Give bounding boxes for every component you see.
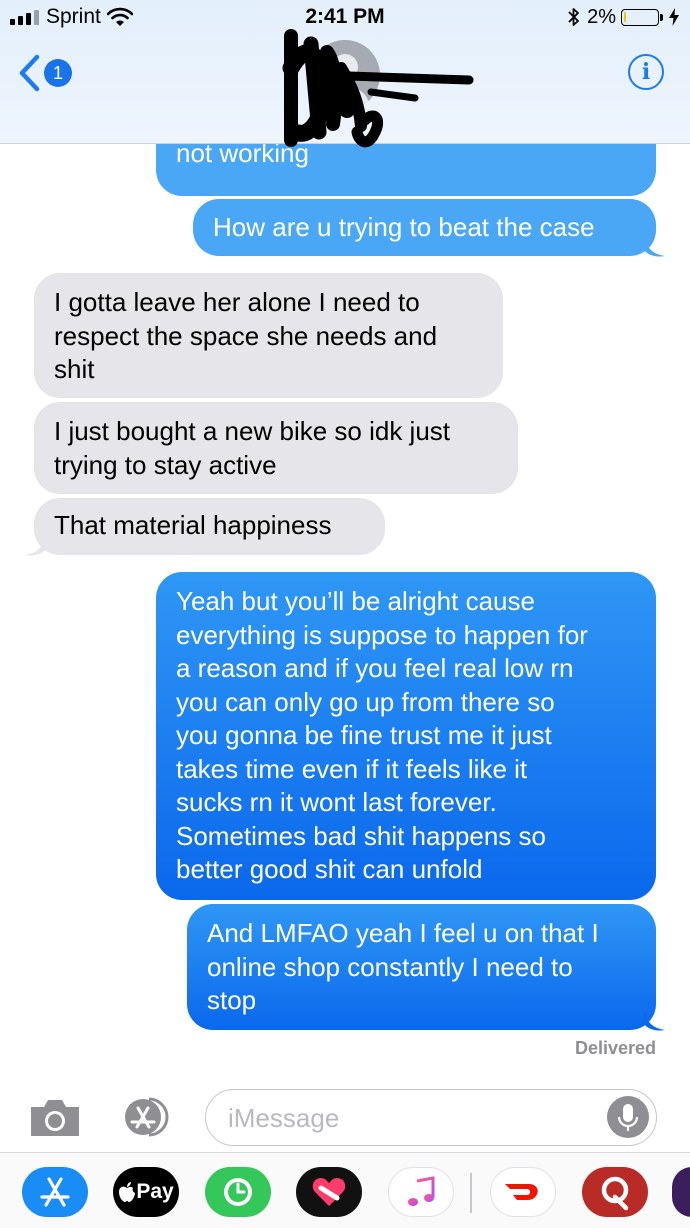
music-icon[interactable]: [388, 1167, 454, 1217]
message-line: online shop constantly I need to: [207, 951, 573, 982]
imessage-app-drawer: Pay: [0, 1152, 690, 1228]
delivered-receipt: Delivered: [574, 1038, 656, 1058]
charging-bolt-icon: [669, 8, 679, 26]
bubble-tail: [25, 533, 47, 556]
message-line: you gonna be fine trust me it just: [176, 720, 552, 750]
message-line: That material happiness: [54, 510, 332, 540]
apple-logo-icon: [119, 1182, 136, 1202]
info-icon: i: [641, 59, 651, 85]
quora-icon[interactable]: [582, 1167, 648, 1217]
drawer-divider: [470, 1173, 472, 1213]
chevron-left-icon: [19, 54, 40, 92]
message-line: takes time even if it feels like it: [176, 753, 528, 784]
incoming-message-bubble[interactable]: That material happiness: [34, 498, 385, 555]
message-line: a reason and if you feel real low rn: [176, 653, 574, 683]
message-line: Yeah but you’ll be alright cause: [176, 586, 535, 616]
incoming-message-bubble[interactable]: I just bought a new bike so idk just tryi…: [34, 402, 518, 494]
outgoing-message-bubble[interactable]: Yeah but you’ll be alright cause everythi…: [156, 572, 656, 900]
message-line: And LMFAO yeah I feel u on that I: [207, 918, 599, 948]
message-line: you can only go up from there so: [176, 686, 555, 717]
app-store-drawer-icon[interactable]: [117, 1096, 177, 1138]
app-store-icon[interactable]: [22, 1167, 88, 1217]
battery-level-fill: [624, 11, 626, 22]
bluetooth-icon: [568, 8, 579, 26]
info-button[interactable]: i: [628, 54, 664, 90]
message-line: respect the space she needs and: [54, 320, 438, 351]
message-line: trying to stay active: [54, 449, 277, 480]
message-input-container: [205, 1089, 657, 1146]
incoming-message-bubble[interactable]: I gotta leave her alone I need to respect…: [34, 273, 503, 398]
activity-icon[interactable]: [205, 1167, 271, 1217]
microphone-icon: [617, 1104, 639, 1131]
doordash-icon[interactable]: [490, 1167, 556, 1217]
bubble-tail: [643, 1008, 665, 1031]
heart-stickers-icon[interactable]: [296, 1167, 362, 1217]
message-line: stop: [207, 985, 257, 1015]
redaction-scribble: [282, 29, 474, 148]
message-line: How are u trying to beat the case: [213, 212, 595, 242]
imessage-input[interactable]: [226, 1100, 600, 1136]
battery-icon: [621, 8, 663, 26]
message-line: everything is suppose to happen for: [176, 619, 588, 650]
apple-pay-label: Pay: [136, 1180, 174, 1203]
outgoing-message-bubble[interactable]: And LMFAO yeah I feel u on that Ionline …: [187, 904, 656, 1030]
app-icon-partial[interactable]: [672, 1167, 690, 1217]
message-line: I gotta leave her alone I need to: [54, 287, 420, 317]
message-line: Sometimes bad shit happens so: [176, 820, 546, 851]
apple-pay-icon[interactable]: Pay: [113, 1167, 179, 1217]
status-right: 2%: [567, 6, 680, 28]
message-line: I just bought a new bike so idk just: [54, 416, 451, 446]
battery-percent: 2%: [587, 5, 616, 28]
back-button[interactable]: 1: [18, 52, 72, 94]
unread-count-badge: 1: [44, 59, 72, 87]
conversation-header: Sprint 2:41 PM 2% 1 i: [0, 0, 690, 148]
microphone-button[interactable]: [607, 1096, 649, 1138]
bubble-tail: [643, 234, 665, 257]
outgoing-message-bubble[interactable]: How are u trying to beat the case: [193, 199, 656, 256]
message-line: shit: [54, 354, 95, 384]
message-line: sucks rn it wont last forever.: [176, 787, 497, 817]
camera-icon[interactable]: [27, 1096, 83, 1138]
message-line: better good shit can unfold: [176, 854, 483, 884]
